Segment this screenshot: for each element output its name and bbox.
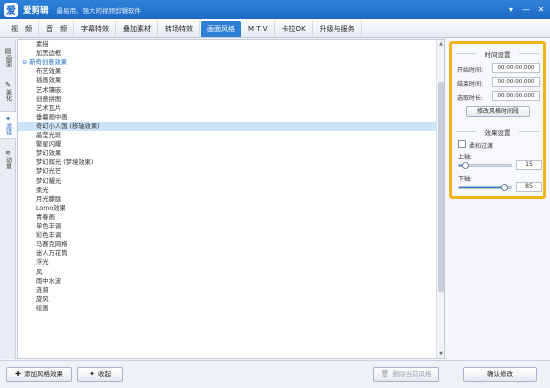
tab-subtitle-effects[interactable]: 字幕特效	[75, 21, 116, 37]
list-item[interactable]: 单色丰调	[18, 222, 436, 231]
slider-fill	[459, 187, 505, 188]
scroll-down-icon[interactable]: ▼	[437, 350, 444, 358]
list-item[interactable]: 柔光	[18, 186, 436, 195]
tab-mtv[interactable]: M T V	[242, 21, 275, 37]
add-style-effect-label: 添加风格效果	[23, 370, 63, 378]
delete-current-style-label: 删除当前风格	[392, 370, 432, 378]
window-controls: ▾ — ✕	[505, 3, 547, 15]
menu-dropdown-icon[interactable]: ▾	[505, 3, 517, 15]
soft-transition-label: 柔和过渡	[469, 143, 494, 150]
upper-axis-slider-thumb[interactable]	[462, 162, 469, 169]
confirm-modify-button[interactable]: 确认修改	[463, 367, 537, 382]
minimize-icon[interactable]: —	[520, 3, 532, 15]
settings-highlight-box: 时间设置 开始时间: 00:00:00.000 结束时间: 00:00:00.0…	[449, 41, 546, 199]
list-item[interactable]: 垂暮画中画	[18, 113, 436, 122]
nav-item-motion[interactable]: ≋ 动景	[0, 145, 16, 173]
upper-axis-label: 上轴:	[458, 154, 473, 161]
list-item[interactable]: 青春画	[18, 213, 436, 222]
lower-axis-label: 下轴:	[458, 176, 473, 183]
lower-axis-slider-thumb[interactable]	[501, 184, 508, 191]
list-item[interactable]: 加黑边框	[18, 49, 436, 58]
style-category-nav: ▤ 画面 ✎ 美化 ✦ 滤镜 ≋ 动景	[0, 39, 16, 359]
nav-item-filter[interactable]: ✦ 滤镜	[0, 111, 16, 139]
time-settings-title: 时间设置	[484, 51, 511, 59]
list-item[interactable]: 旋风	[18, 295, 436, 304]
list-item[interactable]: 涟漪	[18, 286, 436, 295]
wave-icon: ≋	[5, 149, 11, 157]
list-item[interactable]: 艺术镶嵌	[18, 86, 436, 95]
tab-video[interactable]: 视 频	[5, 21, 39, 37]
main-tab-bar: 视 频 音 频 字幕特效 叠加素材 转场特效 画面风格 M T V 卡拉OK 升…	[0, 19, 550, 38]
start-time-label: 开始时间:	[457, 67, 484, 74]
nav-item-label: 滤镜	[4, 123, 12, 135]
list-item[interactable]: 绘画	[18, 304, 436, 313]
picture-icon: ▤	[4, 47, 12, 55]
list-item[interactable]: 马赛克网格	[18, 240, 436, 249]
list-item[interactable]: 梦幻光芒	[18, 167, 436, 176]
app-slogan: 最易用、强大的视频剪辑软件	[56, 6, 142, 15]
effect-settings-title: 效果设置	[484, 129, 511, 137]
add-style-effect-button[interactable]: ✚ 添加风格效果	[6, 367, 72, 382]
list-item[interactable]: 繁星闪耀	[18, 140, 436, 149]
app-logo-icon: 爱	[4, 2, 18, 17]
nav-item-beautify[interactable]: ✎ 美化	[0, 77, 16, 105]
end-time-label: 结束时间:	[457, 81, 484, 88]
title-bar: 爱 爱剪辑 最易用、强大的视频剪辑软件 ▾ — ✕	[0, 0, 550, 19]
star-icon: ✦	[89, 370, 95, 378]
collapse-label: 收起	[97, 370, 111, 378]
tab-overlay-material[interactable]: 叠加素材	[117, 21, 158, 37]
list-item[interactable]: 迷人万花筒	[18, 249, 436, 258]
list-item[interactable]: 晶莹光斑	[18, 131, 436, 140]
close-icon[interactable]: ✕	[535, 3, 547, 15]
app-name: 爱剪辑	[23, 5, 49, 16]
list-scrollbar[interactable]: ▲ ▼	[436, 40, 444, 358]
tab-picture-style[interactable]: 画面风格	[201, 21, 241, 37]
list-item[interactable]: 彩色丰调	[18, 231, 436, 240]
trash-icon: 🗑	[380, 370, 390, 378]
list-item[interactable]: 雨中水波	[18, 277, 436, 286]
nav-item-label: 画面	[4, 55, 12, 67]
duration-field[interactable]: 00:00:00.000	[492, 91, 540, 101]
app-window: 爱 爱剪辑 最易用、强大的视频剪辑软件 ▾ — ✕ 视 频 音 频 字幕特效 叠…	[0, 0, 550, 388]
list-item[interactable]: 创意拼图	[18, 95, 436, 104]
brush-icon: ✎	[5, 81, 11, 89]
nav-item-picture[interactable]: ▤ 画面	[0, 43, 16, 71]
list-item[interactable]: 梦幻效果	[18, 149, 436, 158]
soft-transition-checkbox[interactable]	[458, 140, 466, 148]
list-item[interactable]: 插画效果	[18, 76, 436, 85]
list-item[interactable]: 素描	[18, 40, 436, 49]
list-item[interactable]: 梦幻辉光 (梦境效果)	[18, 158, 436, 167]
divider	[519, 131, 539, 132]
list-item[interactable]: 艺术瓦片	[18, 104, 436, 113]
tab-karaoke[interactable]: 卡拉OK	[276, 21, 313, 37]
modify-style-time-button[interactable]: 修改风格时间段	[466, 106, 530, 117]
add-icon: ✚	[15, 370, 21, 378]
list-item[interactable]: 月光朦胧	[18, 195, 436, 204]
tab-upgrade-service[interactable]: 升级与服务	[314, 21, 362, 37]
lower-axis-value[interactable]: 85	[516, 182, 542, 192]
scroll-up-icon[interactable]: ▲	[437, 40, 444, 48]
tab-audio[interactable]: 音 频	[40, 21, 74, 37]
list-item[interactable]: 梦幻耀光	[18, 177, 436, 186]
nav-item-label: 动景	[4, 157, 12, 169]
list-item[interactable]: 布艺效果	[18, 67, 436, 76]
nav-item-label: 美化	[4, 89, 12, 101]
magic-wand-icon: ✦	[5, 115, 11, 123]
duration-label: 选取时长:	[457, 95, 484, 102]
list-item[interactable]: Lomo效果	[18, 204, 436, 213]
bottom-toolbar: ✚ 添加风格效果 ✦ 收起 🗑 删除当前风格 确认修改	[0, 360, 550, 388]
tab-transitions[interactable]: 转场特效	[159, 21, 200, 37]
list-group-header[interactable]: ⊖ 新奇创意效果	[18, 58, 436, 67]
start-time-field[interactable]: 00:00:00.000	[492, 63, 540, 73]
effects-list[interactable]: 素描 加黑边框 ⊖ 新奇创意效果 布艺效果 插画效果 艺术镶嵌 创意拼图 艺术瓦…	[17, 39, 445, 359]
upper-axis-value[interactable]: 15	[516, 160, 542, 170]
end-time-field[interactable]: 00:00:00.000	[492, 77, 540, 87]
list-item[interactable]: 浮光	[18, 258, 436, 267]
divider	[519, 53, 539, 54]
collapse-button[interactable]: ✦ 收起	[77, 367, 123, 382]
list-item-selected[interactable]: 奇幻小人国 (移轴效果)	[18, 121, 436, 131]
scroll-thumb[interactable]	[438, 82, 444, 292]
list-item[interactable]: 风	[18, 268, 436, 277]
delete-current-style-button[interactable]: 🗑 删除当前风格	[373, 367, 439, 382]
